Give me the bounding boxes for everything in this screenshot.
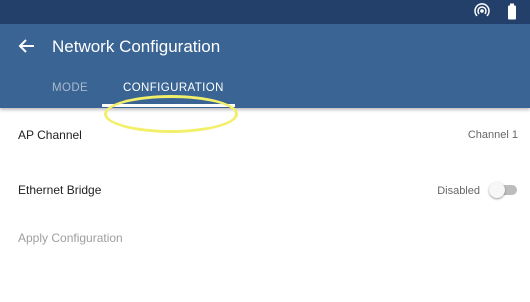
ethernet-bridge-toggle[interactable] — [489, 182, 519, 198]
toggle-thumb — [489, 182, 505, 198]
apply-configuration-button[interactable]: Apply Configuration — [18, 231, 123, 245]
ethernet-bridge-label: Ethernet Bridge — [18, 183, 102, 197]
hotspot-icon — [474, 3, 490, 24]
app-bar: Network Configuration MODE CONFIGURATION — [0, 24, 530, 133]
battery-icon — [507, 3, 517, 25]
ap-channel-value: Channel 1 — [467, 129, 518, 141]
tab-configuration[interactable]: CONFIGURATION — [123, 82, 224, 94]
ap-channel-label: AP Channel — [18, 128, 82, 142]
page-title: Network Configuration — [52, 37, 221, 56]
highlight-annotation — [104, 95, 238, 133]
ethernet-bridge-status: Disabled — [437, 185, 480, 197]
status-bar — [0, 0, 530, 24]
back-arrow-icon[interactable] — [16, 35, 38, 57]
tab-mode[interactable]: MODE — [52, 82, 88, 94]
